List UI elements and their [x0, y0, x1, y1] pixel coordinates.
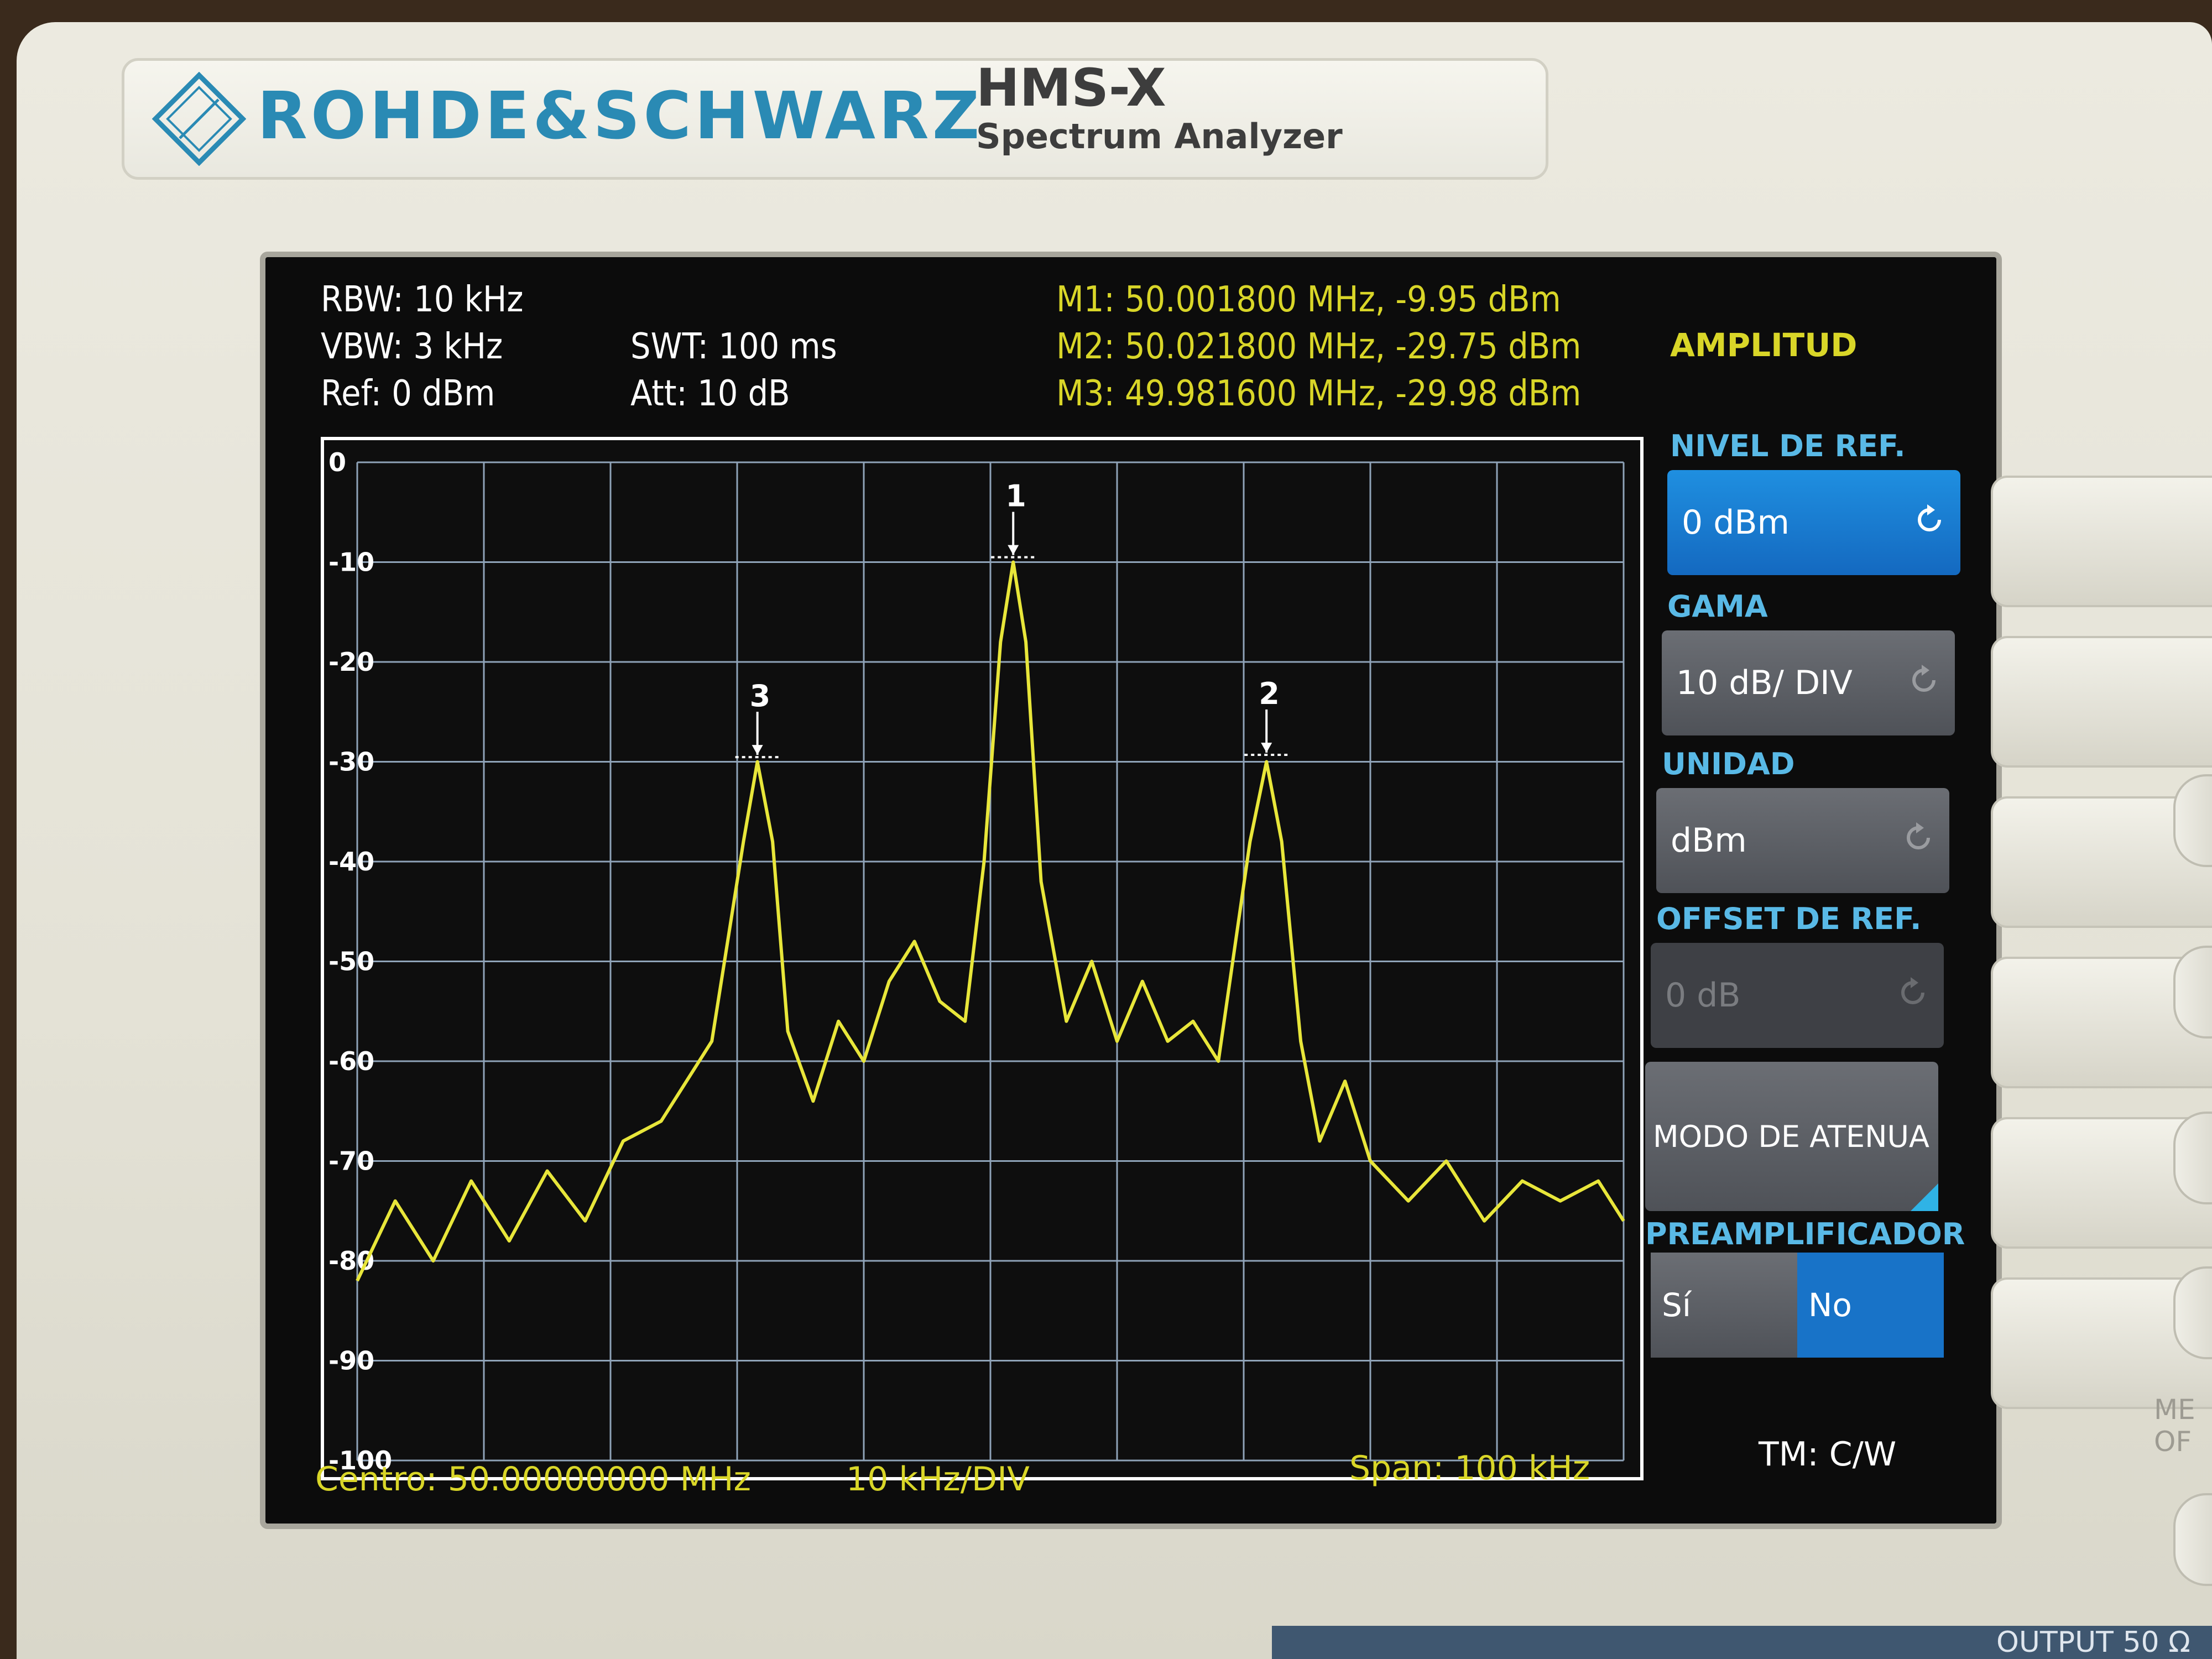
model-subtitle: Spectrum Analyzer [976, 116, 1343, 156]
submenu-corner-icon [1911, 1183, 1938, 1211]
side-button[interactable] [2173, 774, 2212, 867]
rotate-knob-icon [1918, 504, 1941, 531]
rotate-knob-icon [1901, 977, 1924, 1004]
marker-arrow-head [1008, 545, 1019, 555]
marker-number: 2 [1259, 676, 1280, 711]
ref-level-button[interactable]: 0 dBm [1667, 470, 1960, 575]
swt-readout: SWT: 100 ms [630, 326, 837, 367]
y-tick-label: -70 [328, 1146, 374, 1176]
ref-readout: Ref: 0 dBm [321, 373, 495, 414]
marker-arrow-head [1261, 742, 1272, 753]
marker-1-readout: M1: 50.001800 MHz, -9.95 dBm [1056, 279, 1561, 320]
menu-title: AMPLITUD [1670, 326, 1858, 364]
range-button[interactable]: 10 dB/ DIV [1662, 630, 1955, 735]
vbw-readout: VBW: 3 kHz [321, 326, 503, 367]
softkey-2[interactable] [1991, 636, 2212, 768]
y-tick-label: -40 [328, 847, 374, 877]
side-button[interactable] [2173, 1266, 2212, 1359]
unit-value: dBm [1671, 821, 1747, 860]
marker-number: 3 [750, 679, 771, 713]
preamp-no-option[interactable]: No [1797, 1253, 1944, 1358]
center-frequency: Centro: 50.00000000 MHz [315, 1460, 751, 1499]
rotate-knob-icon [1912, 665, 1936, 692]
mem-label: ME OF [2154, 1394, 2195, 1458]
preamp-toggle[interactable]: Sí No [1651, 1253, 1944, 1358]
range-heading: GAMA [1667, 589, 1768, 624]
output-label: OUTPUT 50 Ω [1996, 1626, 2190, 1659]
rotate-knob-icon [1907, 822, 1930, 849]
rs-logo-icon [152, 72, 246, 166]
side-button[interactable] [2173, 1493, 2212, 1586]
y-tick-label: -20 [328, 647, 374, 677]
y-tick-label: -10 [328, 547, 374, 577]
span-readout: Span: 100 kHz [1349, 1449, 1590, 1488]
frequency-per-div: 10 kHz/DIV [846, 1460, 1030, 1499]
unit-button[interactable]: dBm [1656, 788, 1949, 893]
ref-level-value: 0 dBm [1682, 503, 1790, 542]
attenuation-mode-label: MODO DE ATENUA [1653, 1119, 1929, 1154]
ref-level-heading: NIVEL DE REF. [1670, 429, 1906, 463]
marker-number: 1 [1005, 479, 1026, 514]
att-readout: Att: 10 dB [630, 373, 790, 414]
y-tick-label: -90 [328, 1346, 374, 1376]
side-button[interactable] [2173, 946, 2212, 1039]
y-tick-label: 0 [328, 447, 346, 477]
y-tick-label: -60 [328, 1046, 374, 1076]
rbw-readout: RBW: 10 kHz [321, 279, 524, 320]
marker-arrow-head [752, 745, 763, 755]
spectrum-plot: 0 -10 -20 -30 -40 -50 -60 -70 -80 -90 -100 1 2 3 [321, 437, 1644, 1480]
range-value: 10 dB/ DIV [1676, 664, 1853, 702]
offset-button[interactable]: 0 dB [1651, 943, 1944, 1048]
unit-heading: UNIDAD [1662, 747, 1795, 781]
analyzer-display: RBW: 10 kHz VBW: 3 kHz Ref: 0 dBm SWT: 1… [260, 252, 2002, 1529]
offset-value: 0 dB [1665, 976, 1741, 1015]
preamp-heading: PREAMPLIFICADOR [1645, 1217, 1965, 1251]
spectrum-plot-svg: 0-10-20-30-40-50-60-70-80-90-100123 [328, 447, 1625, 1475]
marker-2-readout: M2: 50.021800 MHz, -29.75 dBm [1056, 326, 1582, 367]
side-button[interactable] [2173, 1112, 2212, 1204]
brand-name: ROHDE&SCHWARZ [257, 77, 983, 154]
y-tick-label: -50 [328, 947, 374, 977]
offset-heading: OFFSET DE REF. [1656, 901, 1922, 936]
marker-3-readout: M3: 49.981600 MHz, -29.98 dBm [1056, 373, 1582, 414]
softkey-1[interactable] [1991, 476, 2212, 607]
model-name: HMS-X [976, 58, 1166, 118]
attenuation-mode-button[interactable]: MODO DE ATENUA [1645, 1062, 1938, 1211]
preamp-yes-option[interactable]: Sí [1651, 1253, 1797, 1358]
y-tick-label: -30 [328, 747, 374, 777]
trace-mode: TM: C/W [1759, 1435, 1897, 1474]
